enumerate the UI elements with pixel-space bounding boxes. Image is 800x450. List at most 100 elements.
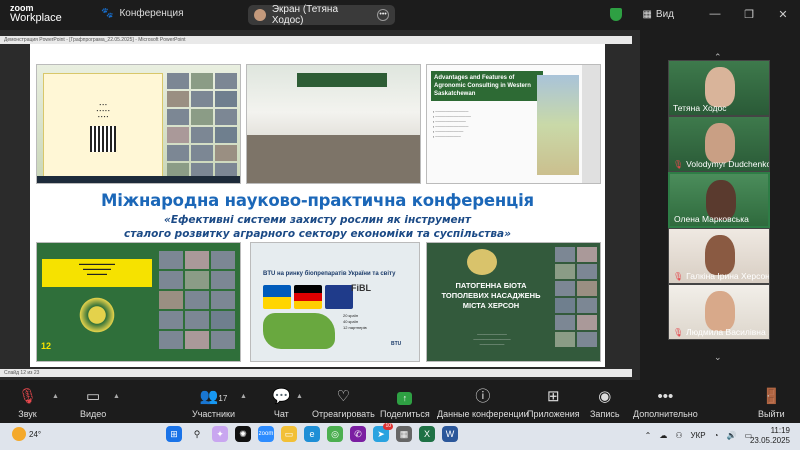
react-button[interactable]: ♡ Отреагировать xyxy=(312,387,375,419)
audio-options-caret[interactable]: ▲ xyxy=(52,393,59,400)
volume-icon[interactable]: 🔊 xyxy=(726,431,736,440)
zoom-logo: zoom Workplace xyxy=(10,3,62,24)
start-icon[interactable]: ⊞ xyxy=(166,426,182,442)
participants-label: Участники xyxy=(192,409,235,419)
stat-line: 12 партнерів xyxy=(343,325,367,330)
video-button[interactable]: ▭ Видео xyxy=(80,387,106,419)
apps-label: Приложения xyxy=(527,409,580,419)
slide-subtitle-line1: «Ефективні системи захисту рослин як інс… xyxy=(164,214,471,226)
edge-icon[interactable]: e xyxy=(304,426,320,442)
zoom-icon[interactable]: zoom xyxy=(258,426,274,442)
participant-tile[interactable]: 🎙 Галкіна Ірина Херсон... xyxy=(668,228,770,284)
restore-icon[interactable]: ❐ xyxy=(732,8,766,21)
network-icon[interactable]: ⚇ xyxy=(675,431,682,440)
leave-icon: 🚪 xyxy=(761,388,781,405)
minimize-icon[interactable]: — xyxy=(698,8,732,20)
participant-tile-active-speaker[interactable]: Олена Марковська xyxy=(668,172,770,228)
thumb-auditorium-photo xyxy=(246,64,421,184)
wifi-icon[interactable]: ◔ xyxy=(714,431,719,440)
btu-slide-title: BTU на ринку біопрепаратів України та св… xyxy=(263,271,396,277)
apps-button[interactable]: ⊞ Приложения xyxy=(527,387,580,419)
leave-label: Выйти xyxy=(758,409,785,419)
shared-screen: Демонстрация PowerPoint - [Графпрограма_… xyxy=(0,30,640,380)
language-indicator[interactable]: УКР xyxy=(691,431,706,440)
record-button[interactable]: ◉ Запись xyxy=(590,387,620,419)
system-tray: ⌃ ☁ ⚇ УКР ◔ 🔊 ▭ xyxy=(645,431,752,440)
screen-share-indicator[interactable]: Экран (Тетяна Ходос) ••• xyxy=(248,4,395,26)
mic-muted-icon: 🎙 xyxy=(673,271,684,281)
chat-options-caret[interactable]: ▲ xyxy=(296,393,303,400)
participants-button[interactable]: 👥17 Участники xyxy=(192,387,235,419)
video-options-caret[interactable]: ▲ xyxy=(113,393,120,400)
participant-name: Volodymyr Dudchenko xyxy=(686,159,770,169)
search-icon[interactable]: ⚲ xyxy=(189,426,205,442)
chatgpt-icon[interactable]: ✺ xyxy=(235,426,251,442)
participants-options-caret[interactable]: ▲ xyxy=(240,393,247,400)
tray-overflow-icon[interactable]: ⌃ xyxy=(645,431,652,440)
map-ukraine xyxy=(263,313,335,349)
slide-title: Міжнародна науково-практична конференція xyxy=(30,191,605,210)
encryption-shield-icon[interactable] xyxy=(610,7,623,21)
excel-icon[interactable]: X xyxy=(419,426,435,442)
video-tiles xyxy=(555,247,597,347)
weather-widget[interactable]: 24° xyxy=(12,427,41,441)
meeting-data-button[interactable]: ⓘ Данные конференции xyxy=(437,387,529,419)
close-icon[interactable]: ✕ xyxy=(766,8,800,21)
meeting-info-button[interactable]: 🐾 Конференция xyxy=(101,8,184,19)
file-explorer-icon[interactable]: ▭ xyxy=(281,426,297,442)
flag-eu-icon xyxy=(325,285,353,309)
word-icon[interactable]: W xyxy=(442,426,458,442)
more-options-icon[interactable]: ••• xyxy=(377,9,389,21)
view-icon: ▦ xyxy=(642,8,652,20)
leave-button[interactable]: 🚪 Выйти xyxy=(758,387,785,419)
view-button[interactable]: Вид xyxy=(656,9,674,20)
participant-name: Галкіна Ірина Херсон... xyxy=(686,271,770,281)
btu-logo: BTU xyxy=(391,341,402,347)
presenter-avatar xyxy=(254,9,266,21)
flag-germany-icon xyxy=(294,285,322,309)
participant-name: Олена Марковська xyxy=(674,214,749,224)
clock-time: 11:19 xyxy=(770,426,790,435)
certificate-seal-icon xyxy=(77,295,117,335)
flags xyxy=(263,285,353,309)
more-dots-icon: ••• xyxy=(657,388,674,405)
ppt-statusbar: Слайд 12 из 23 xyxy=(0,369,632,377)
calculator-icon[interactable]: ▦ xyxy=(396,426,412,442)
sun-icon xyxy=(12,427,26,441)
mute-label: Звук xyxy=(18,409,37,419)
participant-tile[interactable]: 🎙 Людмила Василівна ... xyxy=(668,284,770,340)
gallery-scroll-down-icon[interactable]: ⌄ xyxy=(714,352,722,363)
more-button[interactable]: ••• Дополнительно xyxy=(633,387,698,419)
clock[interactable]: 11:19 23.05.2025 xyxy=(750,426,790,446)
more-label: Дополнительно xyxy=(633,409,698,419)
video-tiles xyxy=(159,251,235,349)
cloud-icon[interactable]: ☁ xyxy=(659,431,667,440)
record-label: Запись xyxy=(590,409,620,419)
thumb-conference-grid: ▪ ▪ ▪ ▪ ▪ ▪ ▪ ▪ ▪ ▪ ▪ ▪ xyxy=(36,64,241,184)
certificate-banner: ▬▬▬▬▬▬▬▬▬ ▬▬▬▬▬▬▬ ▬▬▬▬▬ xyxy=(42,259,152,287)
share-screen-button[interactable]: ↑ Поделиться xyxy=(380,387,430,419)
participant-name: Людмила Василівна ... xyxy=(686,327,770,337)
video-tiles xyxy=(167,73,237,179)
copilot-icon[interactable]: ✦ xyxy=(212,426,228,442)
fibl-logo: FiBL xyxy=(351,283,371,293)
microphone-muted-icon: 🎙 xyxy=(18,388,38,405)
telegram-icon[interactable]: ➤ 10 xyxy=(373,423,393,442)
mute-button[interactable]: 🎙 Звук xyxy=(18,387,37,419)
participant-tile[interactable]: 🎙 Volodymyr Dudchenko xyxy=(668,116,770,172)
chat-label: Чат xyxy=(273,409,289,419)
mic-muted-icon: 🎙 xyxy=(673,159,684,169)
thumb-pathogen-slide: ПАТОГЕННА БІОТА ТОПОЛЕВИХ НАСАДЖЕНЬ МІСТ… xyxy=(426,242,601,362)
screen-share-label: Экран (Тетяна Ходос) xyxy=(271,4,339,26)
side-panel xyxy=(582,65,600,183)
pathogen-slide-subtitle: ──────────── ─────────────── ────────── xyxy=(473,333,511,347)
btu-stats: 20 країн 40 країн 12 партнерів xyxy=(343,313,367,331)
viber-icon[interactable]: ✆ xyxy=(350,426,366,442)
react-label: Отреагировать xyxy=(312,409,375,419)
participant-tile[interactable]: Тетяна Ходос xyxy=(668,60,770,116)
university-emblem-icon xyxy=(467,249,497,275)
chrome-icon[interactable]: ◎ xyxy=(327,426,343,442)
chat-button[interactable]: 💬 Чат xyxy=(272,387,291,419)
top-bar: zoom Workplace 🐾 Конференция Экран (Тетя… xyxy=(0,0,800,28)
heart-icon: ♡ xyxy=(336,388,351,405)
